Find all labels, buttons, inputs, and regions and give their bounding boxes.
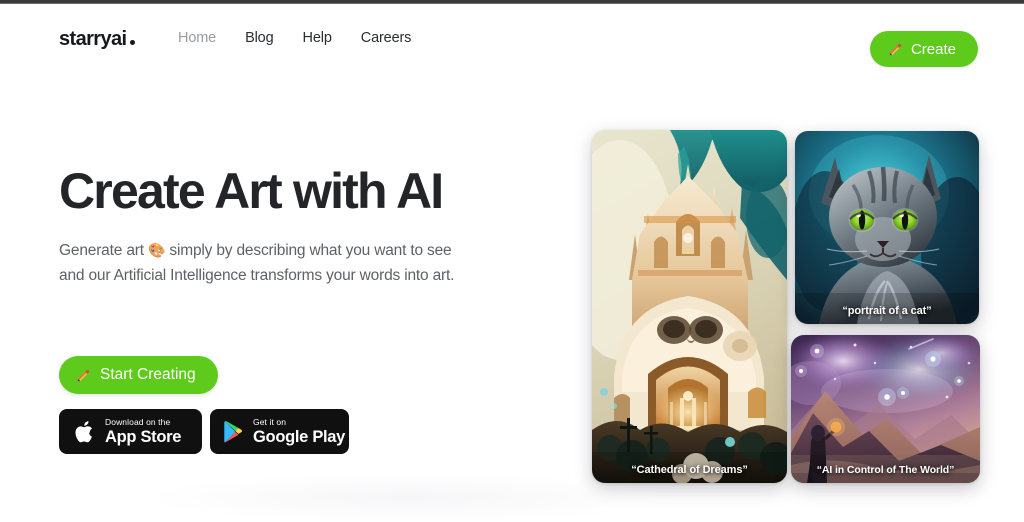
page-root: starryai Home Blog Help Careers Create C… [0,4,1024,522]
site-logo[interactable]: starryai [59,28,136,51]
gallery-card-cathedral[interactable]: “Cathedral of Dreams” [592,130,787,483]
app-store-badges: Download on the App Store Get it on Goog… [59,409,349,454]
page-title: Create Art with AI [59,163,444,219]
gallery-card-cosmos[interactable]: “AI in Control of The World” [791,335,980,483]
google-play-small-label: Get it on [253,417,287,427]
create-button[interactable]: Create [869,31,978,67]
hero-subtitle: Generate art 🎨 simply by describing what… [59,238,499,288]
logo-dot-icon [130,40,136,45]
cat-portrait-artwork [795,131,979,324]
google-play-big-label: Google Play [253,427,346,446]
apple-icon [74,419,96,445]
gallery-card-caption: “AI in Control of The World” [816,464,955,476]
hero-subtitle-part2: simply by describing what you want to se… [165,242,452,259]
gallery-card-cat[interactable]: “portrait of a cat” [795,131,979,324]
app-store-big-label: App Store [105,427,182,446]
hero-subtitle-part1: Generate art [59,242,148,259]
palette-icon: 🎨 [148,242,166,258]
site-logo-text: starryai [59,28,127,50]
nav-item-home[interactable]: Home [178,30,216,46]
app-store-small-label: Download on the [105,417,171,427]
cosmos-artwork [791,335,980,483]
nav-item-blog[interactable]: Blog [245,30,274,46]
gallery-card-caption: “portrait of a cat” [842,305,932,317]
nav-item-careers[interactable]: Careers [361,30,412,46]
start-creating-button[interactable]: Start Creating [59,356,218,394]
pencil-icon [888,42,903,57]
gallery-card-caption: “Cathedral of Dreams” [631,464,748,476]
hero-section: Create Art with AI Generate art 🎨 simply… [59,163,559,454]
google-play-badge[interactable]: Get it on Google Play [210,409,349,454]
app-store-badge[interactable]: Download on the App Store [59,409,202,454]
start-creating-label: Start Creating [100,366,196,383]
create-button-label: Create [910,40,956,58]
main-navigation: Home Blog Help Careers [178,30,411,46]
nav-item-help[interactable]: Help [303,30,332,46]
gallery: “Cathedral of Dreams” “portrait of a cat… [592,130,987,485]
site-header: starryai Home Blog Help Careers Create [0,4,1024,78]
cathedral-artwork [592,130,787,483]
google-play-icon [222,420,244,444]
paintbrush-icon [76,368,91,383]
hero-subtitle-line2: and our Artificial Intelligence transfor… [59,267,455,285]
